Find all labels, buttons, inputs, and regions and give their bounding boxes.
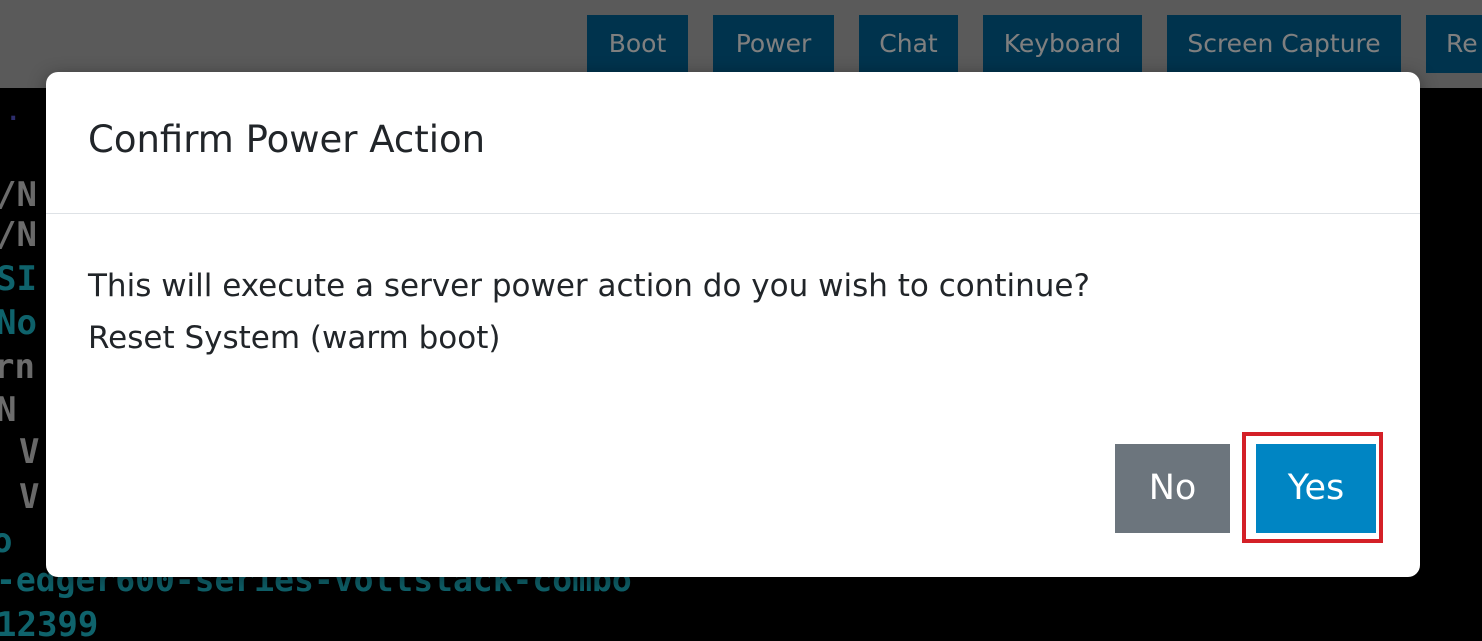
power-action-name: Reset System (warm boot) xyxy=(88,320,501,356)
confirm-power-dialog: Confirm Power Action This will execute a… xyxy=(46,72,1420,577)
dialog-body: This will execute a server power action … xyxy=(88,260,1090,364)
kvm-viewer: Boot Power Chat Keyboard Screen Capture … xyxy=(0,0,1482,641)
dialog-message: This will execute a server power action … xyxy=(88,268,1090,304)
dialog-title: Confirm Power Action xyxy=(88,118,486,161)
dialog-header: Confirm Power Action xyxy=(46,72,1420,214)
yes-button[interactable]: Yes xyxy=(1256,444,1376,533)
no-button[interactable]: No xyxy=(1115,444,1230,533)
